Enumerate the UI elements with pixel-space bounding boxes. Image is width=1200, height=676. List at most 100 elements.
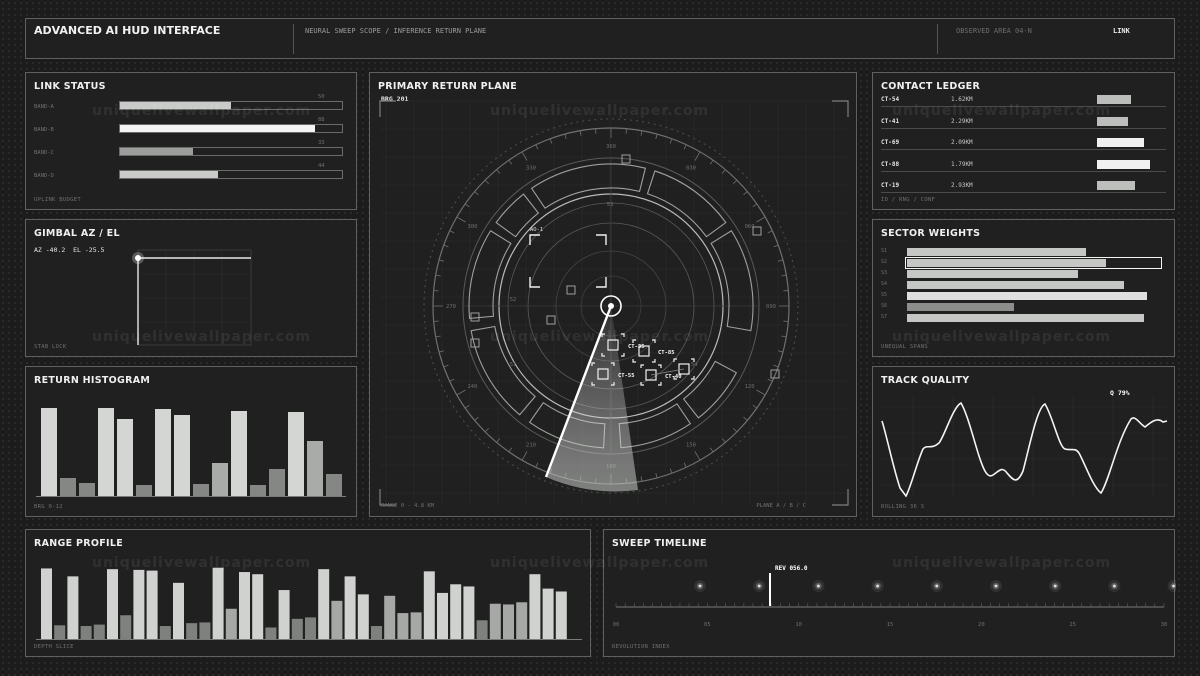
sector-bar [907, 270, 1078, 278]
ledger-id: CT-69 [881, 139, 900, 146]
contact-ledger-panel: CONTACT LEDGER CT-54 1.62KM CT-41 2.29KM CT-… [872, 72, 1175, 210]
link-status-panel: LINK STATUS BAND-A 50 BAND-B 88 BAND-C 33 BAND… [25, 72, 357, 210]
band-label: BAND-A [34, 104, 54, 110]
range-bar [529, 574, 541, 639]
range-bar [278, 590, 290, 639]
range-bar [476, 620, 488, 639]
sweep-marker[interactable] [935, 584, 939, 588]
band-fill [120, 102, 231, 109]
histogram-footer: BRG 0-12 [34, 504, 63, 510]
sweep-marker[interactable] [698, 584, 702, 588]
bearing-label: 270 [446, 304, 456, 310]
range-bar [133, 569, 145, 639]
contact-marker[interactable] [470, 312, 480, 322]
sweep-marker[interactable] [757, 584, 761, 588]
ledger-id: CT-41 [881, 117, 900, 125]
bearing-label: 330 [526, 165, 536, 171]
sector-arc [646, 170, 727, 238]
ledger-id: CT-19 [881, 182, 900, 189]
bearing-label: 210 [526, 443, 536, 449]
range-bar [265, 627, 277, 639]
range-bar [371, 626, 382, 639]
sweep-axis-label: 15 [887, 622, 894, 628]
band-label: BAND-C [34, 150, 54, 156]
ledger-id: CT-88 [881, 160, 900, 168]
gimbal-footer: STAB LOCK [34, 344, 67, 350]
range-bar [225, 608, 237, 639]
range-bar [503, 604, 514, 639]
range-bar [146, 570, 158, 639]
range-bar [212, 567, 224, 639]
track-label: CT-40 [665, 374, 682, 380]
sweep-marker[interactable] [1113, 584, 1116, 588]
range-bar [410, 612, 422, 639]
primary-return-panel: PRIMARY RETURN PLANE BRG 201 360 030 060 09… [369, 72, 857, 517]
sector-label: S3 [881, 270, 888, 276]
range-bar [437, 592, 448, 639]
contact-marker[interactable] [566, 285, 576, 295]
ring-label: 53 [607, 202, 614, 208]
ledger-range: 1.62KM [951, 96, 973, 103]
histogram-bar [212, 463, 228, 496]
histogram-bar [231, 411, 247, 496]
sweep-marker[interactable] [817, 584, 820, 588]
header-bar: ADVANCED AI HUD INTERFACE NEURAL SWEEP S… [25, 18, 1175, 59]
ledger-conf-bar [1097, 116, 1128, 126]
histogram-bar [136, 485, 152, 496]
band-label: BAND-D [34, 173, 54, 179]
range-bar [54, 625, 66, 639]
histogram-bar [193, 484, 209, 496]
range-bar [41, 568, 52, 639]
sector-arc [470, 325, 536, 416]
sector-label: S2 [881, 259, 888, 265]
sweep-marker[interactable] [876, 584, 879, 588]
range-bar [397, 613, 409, 639]
header-divider [293, 24, 294, 54]
link-status-title: LINK STATUS [34, 81, 106, 92]
bearing-label: 240 [467, 384, 477, 390]
sector-bar [907, 292, 1147, 300]
range-bar [159, 626, 171, 639]
range-bar [423, 571, 435, 639]
ledger-range: 2.93KM [951, 182, 973, 189]
link-indicator[interactable]: LINK [1113, 27, 1130, 35]
range-bar [291, 618, 303, 639]
range-bar [239, 572, 250, 639]
band-track [119, 101, 343, 110]
ledger-row-rule [881, 192, 1166, 193]
ledger-row-rule [881, 127, 1166, 129]
sweep-marker[interactable] [1172, 584, 1175, 588]
histogram-bar [288, 412, 304, 496]
radar-scope[interactable]: 3600300600901201501802102402703003305352… [370, 73, 858, 518]
ledger-conf-bar [1097, 159, 1150, 169]
bearing-label: 300 [467, 224, 477, 230]
sector-label: S5 [881, 292, 888, 298]
sweep-timeline-chart[interactable]: 00 05 10 15 20 25 30 [604, 530, 1176, 658]
histogram-bar [174, 415, 190, 496]
histogram-bar [98, 408, 114, 496]
range-bar [542, 588, 554, 639]
gimbal-crosshair[interactable] [26, 220, 358, 358]
sweep-marker[interactable] [1053, 584, 1057, 588]
histogram-bar [307, 441, 323, 496]
track-quality-chart [881, 397, 1168, 498]
ledger-footer: ID / RNG / CONF [881, 197, 936, 203]
band-value: 50 [318, 94, 325, 100]
sector-bar [907, 314, 1145, 322]
range-bar [107, 569, 118, 639]
range-bar [489, 603, 501, 639]
track-label: CT-55 [618, 373, 635, 379]
sector-title: SECTOR WEIGHTS [881, 228, 981, 239]
ledger-range: 1.79KM [951, 160, 973, 168]
track-label: CT-85 [658, 350, 675, 356]
sector-bar [907, 303, 1015, 311]
histogram-bar [250, 485, 266, 496]
range-bar [344, 576, 356, 639]
sweep-marker[interactable] [994, 584, 998, 588]
sector-arc [530, 163, 647, 209]
range-bar [173, 582, 184, 639]
range-profile-chart [36, 567, 582, 640]
return-histogram-panel: RETURN HISTOGRAM BRG 0-12 [25, 366, 357, 517]
track-quality-panel: TRACK QUALITY Q 79% ROLLING 36 S [872, 366, 1175, 517]
band-track [119, 147, 343, 156]
